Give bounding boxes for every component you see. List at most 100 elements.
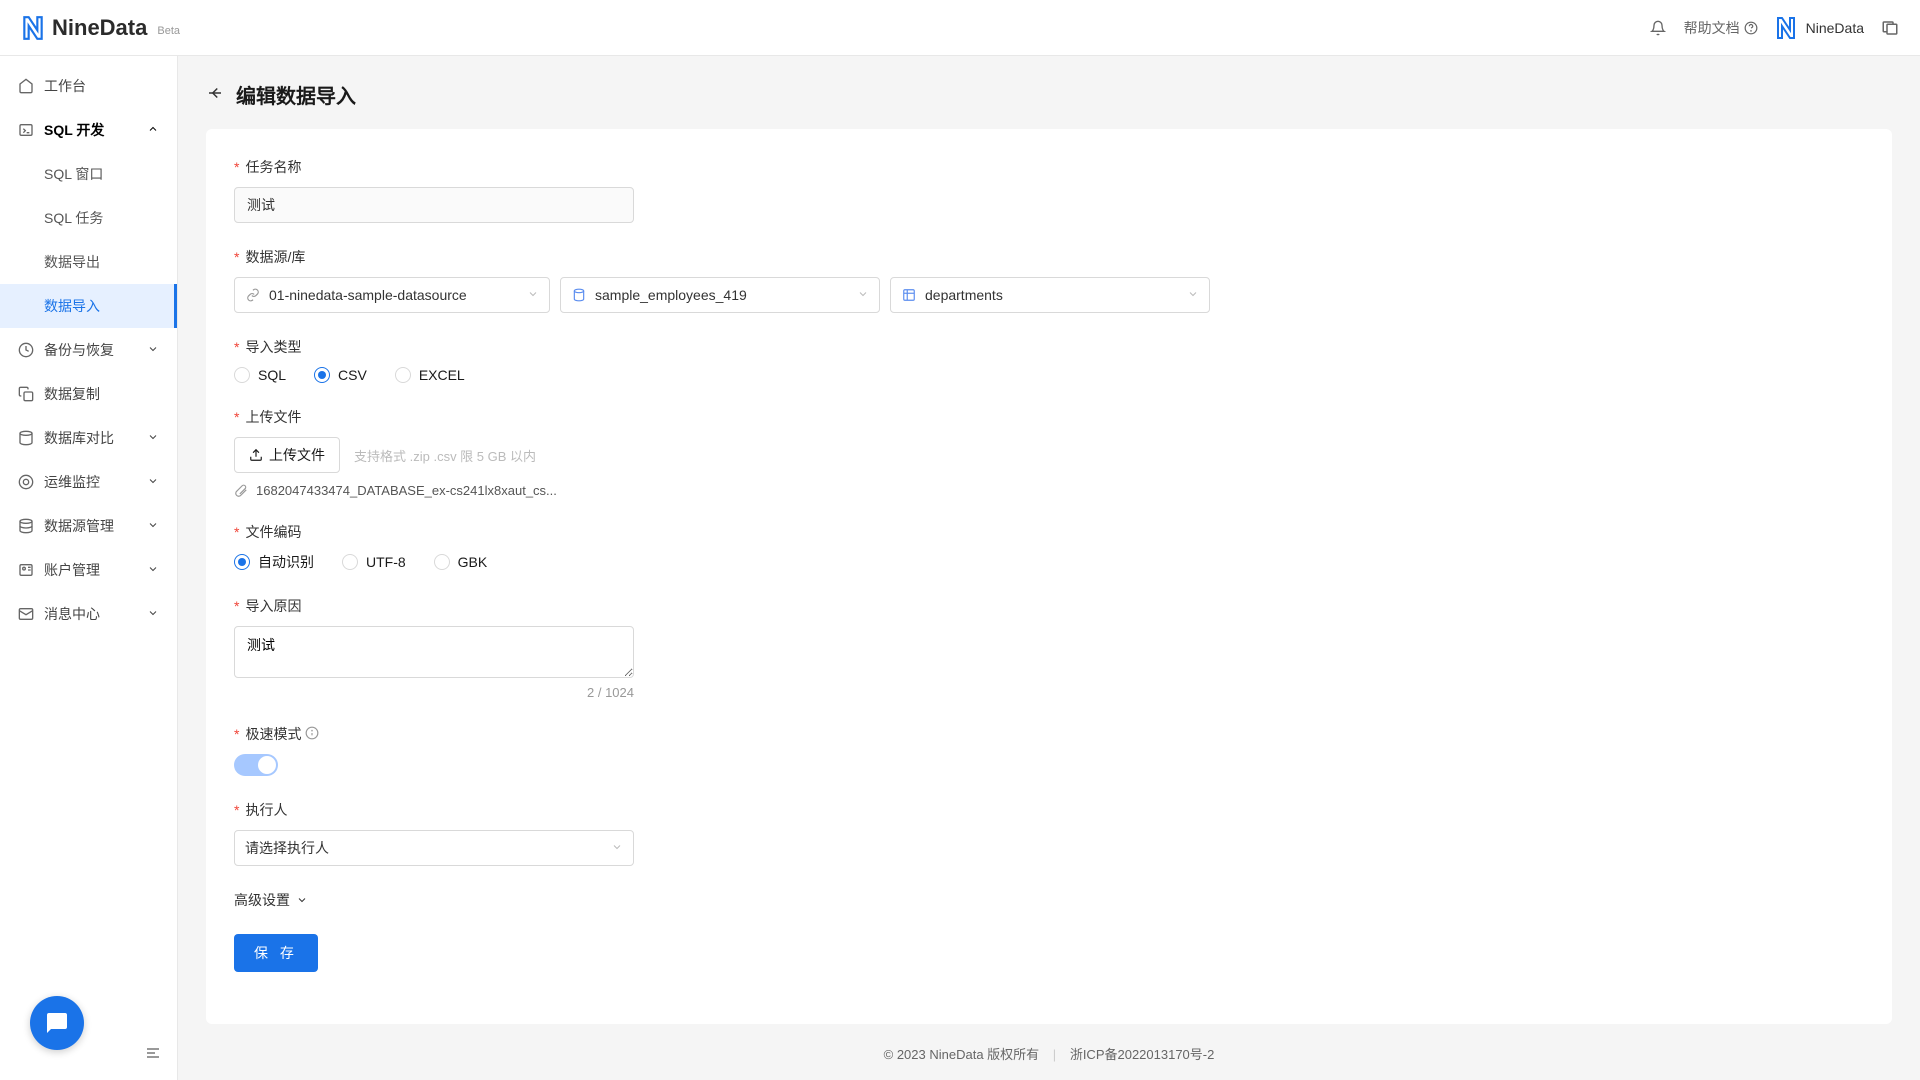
sidebar-item-copy[interactable]: 数据复制 (0, 372, 177, 416)
database-select[interactable]: sample_employees_419 (560, 277, 880, 313)
copy-icon (18, 386, 34, 402)
sidebar-item-compare[interactable]: 数据库对比 (0, 416, 177, 460)
task-name-label: 任务名称 (245, 157, 301, 177)
chevron-down-icon (147, 474, 159, 490)
bell-icon[interactable] (1648, 18, 1668, 38)
radio-label: EXCEL (419, 367, 465, 383)
monitor-icon (18, 474, 34, 490)
collapse-sidebar-button[interactable] (145, 1045, 161, 1064)
upload-button[interactable]: 上传文件 (234, 437, 340, 473)
sidebar-item-sql-task[interactable]: SQL 任务 (0, 196, 177, 240)
table-select[interactable]: departments (890, 277, 1210, 313)
compare-icon (18, 430, 34, 446)
user-avatar-icon (1774, 16, 1798, 40)
sidebar-item-backup[interactable]: 备份与恢复 (0, 328, 177, 372)
chevron-down-icon (147, 430, 159, 446)
mail-icon (18, 606, 34, 622)
sidebar-item-label: 数据库对比 (44, 428, 114, 448)
sidebar-item-sql-dev[interactable]: SQL 开发 (0, 108, 177, 152)
required-mark: * (234, 159, 239, 175)
radio-icon (434, 554, 450, 570)
table-value: departments (925, 287, 1179, 303)
sidebar-item-label: 运维监控 (44, 472, 100, 492)
radio-icon (234, 554, 250, 570)
locale-icon[interactable] (1880, 18, 1900, 38)
radio-csv[interactable]: CSV (314, 367, 367, 383)
import-type-label: 导入类型 (245, 337, 301, 357)
info-icon[interactable] (305, 726, 319, 743)
form-card: *任务名称 *数据源/库 01-ninedata-sample-datasour… (206, 129, 1892, 1024)
chevron-down-icon (1187, 287, 1199, 303)
sidebar-item-label: 消息中心 (44, 604, 100, 624)
radio-utf8[interactable]: UTF-8 (342, 554, 406, 570)
back-button[interactable] (206, 84, 224, 105)
sidebar-item-workbench[interactable]: 工作台 (0, 64, 177, 108)
encoding-label: 文件编码 (245, 522, 301, 542)
sidebar-item-data-import[interactable]: 数据导入 (0, 284, 177, 328)
help-link[interactable]: 帮助文档 (1684, 18, 1758, 38)
sidebar-item-label: 备份与恢复 (44, 340, 114, 360)
sidebar-item-sql-window[interactable]: SQL 窗口 (0, 152, 177, 196)
icp-text[interactable]: 浙ICP备2022013170号-2 (1070, 1047, 1215, 1062)
upload-hint: 支持格式 .zip .csv 限 5 GB 以内 (354, 446, 536, 465)
radio-excel[interactable]: EXCEL (395, 367, 465, 383)
char-count: 2 / 1024 (234, 685, 634, 700)
advanced-toggle[interactable]: 高级设置 (234, 890, 308, 910)
radio-label: CSV (338, 367, 367, 383)
upload-icon (249, 448, 263, 462)
chevron-up-icon (147, 122, 159, 138)
user-menu[interactable]: NineData (1774, 16, 1864, 40)
sidebar-item-label: 数据源管理 (44, 516, 114, 536)
sidebar-item-datasource[interactable]: 数据源管理 (0, 504, 177, 548)
app-header: NineData Beta 帮助文档 NineData (0, 0, 1920, 56)
fast-mode-toggle[interactable] (234, 754, 278, 776)
logo[interactable]: NineData Beta (20, 15, 180, 41)
chat-button[interactable] (30, 996, 84, 1050)
required-mark: * (234, 249, 239, 265)
user-icon (18, 562, 34, 578)
fast-mode-label: 极速模式 (245, 724, 301, 744)
sidebar-item-label: 账户管理 (44, 560, 100, 580)
sidebar-item-monitor[interactable]: 运维监控 (0, 460, 177, 504)
datasource-select[interactable]: 01-ninedata-sample-datasource (234, 277, 550, 313)
backup-icon (18, 342, 34, 358)
chevron-down-icon (147, 342, 159, 358)
radio-icon (342, 554, 358, 570)
question-icon (1744, 21, 1758, 35)
executor-label: 执行人 (245, 800, 287, 820)
chevron-down-icon (527, 287, 539, 303)
user-name: NineData (1806, 20, 1864, 36)
chevron-down-icon (147, 518, 159, 534)
radio-icon (395, 367, 411, 383)
datasource-value: 01-ninedata-sample-datasource (269, 287, 519, 303)
executor-select[interactable]: 请选择执行人 (234, 830, 634, 866)
executor-placeholder: 请选择执行人 (245, 838, 603, 858)
radio-sql[interactable]: SQL (234, 367, 286, 383)
chevron-down-icon (296, 894, 308, 906)
paperclip-icon (234, 484, 248, 498)
radio-icon (234, 367, 250, 383)
sidebar-item-label: 工作台 (44, 76, 86, 96)
sidebar-item-account[interactable]: 账户管理 (0, 548, 177, 592)
required-mark: * (234, 726, 239, 742)
radio-auto-encode[interactable]: 自动识别 (234, 552, 314, 572)
sidebar-item-message[interactable]: 消息中心 (0, 592, 177, 636)
task-name-input[interactable] (234, 187, 634, 223)
upload-button-label: 上传文件 (269, 445, 325, 465)
upload-label: 上传文件 (245, 407, 301, 427)
page-content: 编辑数据导入 *任务名称 *数据源/库 01-ninedata-sample-d… (178, 56, 1920, 1080)
required-mark: * (234, 339, 239, 355)
save-button[interactable]: 保 存 (234, 934, 318, 972)
sidebar-item-label: SQL 开发 (44, 120, 104, 140)
sidebar-item-data-export[interactable]: 数据导出 (0, 240, 177, 284)
chevron-down-icon (147, 562, 159, 578)
chevron-down-icon (857, 287, 869, 303)
table-icon (901, 287, 917, 303)
uploaded-file[interactable]: 1682047433474_DATABASE_ex-cs241lx8xaut_c… (234, 483, 1864, 498)
reason-label: 导入原因 (245, 596, 301, 616)
required-mark: * (234, 409, 239, 425)
radio-gbk[interactable]: GBK (434, 554, 488, 570)
required-mark: * (234, 802, 239, 818)
page-title: 编辑数据导入 (236, 80, 356, 109)
reason-textarea[interactable] (234, 626, 634, 678)
